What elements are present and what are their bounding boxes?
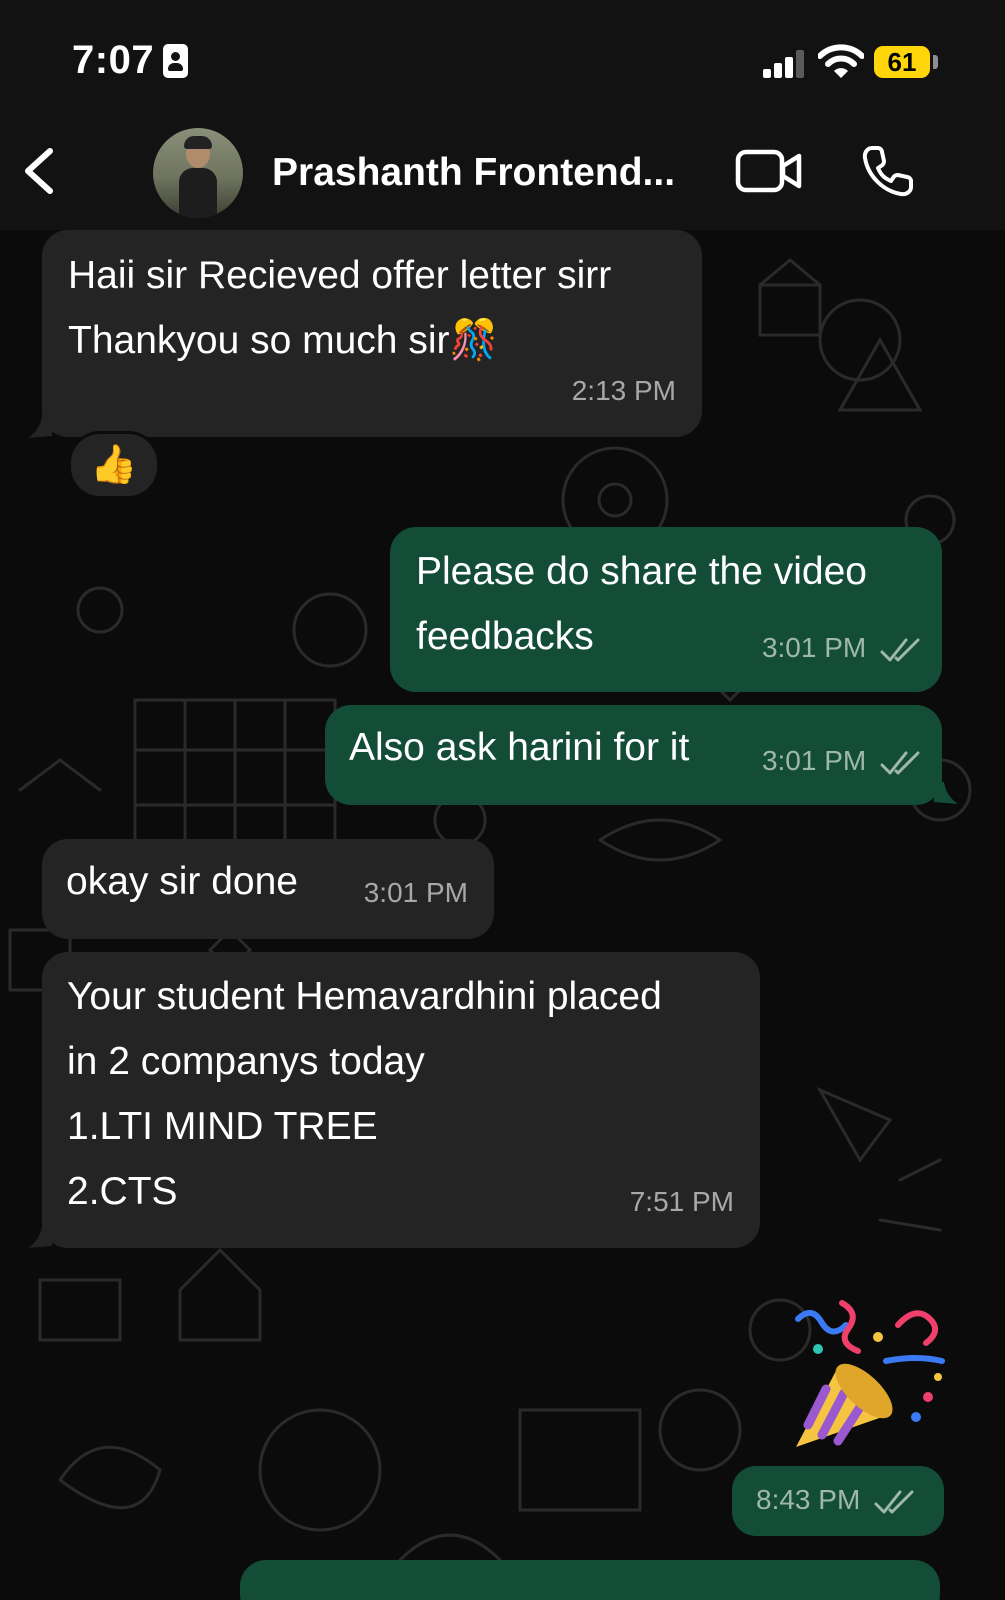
video-call-button[interactable]: [735, 149, 803, 193]
wifi-icon: [818, 44, 864, 78]
bubble-tail: [28, 1226, 52, 1248]
message-bubble-incoming[interactable]: okay sir done 3:01 PM: [42, 839, 494, 939]
read-receipt-icon: [874, 1490, 914, 1514]
message-time: 2:13 PM: [571, 375, 676, 406]
battery-cap: [933, 55, 938, 69]
cellular-signal-icon: [763, 50, 805, 78]
reaction-badge[interactable]: 👍: [68, 431, 160, 499]
message-meta: 3:01 PM: [762, 728, 920, 793]
contact-avatar[interactable]: [153, 128, 243, 218]
contact-card-icon: [163, 44, 188, 78]
read-receipt-icon: [880, 638, 920, 662]
bubble-tail: [934, 782, 958, 804]
message-bubble-incoming[interactable]: Your student Hemavardhini placed in 2 co…: [42, 952, 760, 1248]
sticker-timestamp: 8:43 PM: [732, 1466, 944, 1536]
back-button[interactable]: [14, 141, 70, 201]
chat-screen: 7:07 61 Prashanth Frontend... Haii sir R…: [0, 0, 1005, 1600]
message-time: 3:01 PM: [363, 877, 468, 908]
voice-call-button[interactable]: [860, 143, 916, 199]
status-bar: 7:07 61: [0, 0, 1005, 115]
message-meta: 8:43 PM: [756, 1484, 914, 1516]
message-text: Haii sir Recieved offer letter sirr Than…: [68, 254, 612, 362]
status-time: 7:07: [72, 38, 155, 82]
bubble-tail: [28, 416, 52, 438]
battery-level: 61: [874, 46, 930, 78]
message-bubble-incoming[interactable]: Haii sir Recieved offer letter sirr Than…: [42, 230, 702, 437]
next-message-bubble: [240, 1560, 940, 1600]
message-bubble-outgoing[interactable]: Please do share the video feedbacks 3:01…: [390, 527, 942, 692]
message-bubble-outgoing[interactable]: Also ask harini for it 3:01 PM: [325, 705, 942, 805]
message-time: 3:01 PM: [761, 745, 867, 776]
chat-area[interactable]: Haii sir Recieved offer letter sirr Than…: [0, 230, 1005, 1600]
contact-name[interactable]: Prashanth Frontend...: [272, 151, 692, 195]
read-receipt-icon: [880, 751, 920, 775]
party-popper-sticker[interactable]: [778, 1297, 950, 1457]
message-time: 8:43 PM: [756, 1484, 861, 1515]
chat-header: Prashanth Frontend...: [0, 115, 1005, 230]
message-meta: 3:01 PM: [762, 615, 920, 680]
message-time: 3:01 PM: [761, 632, 867, 663]
message-time: 7:51 PM: [629, 1186, 734, 1217]
